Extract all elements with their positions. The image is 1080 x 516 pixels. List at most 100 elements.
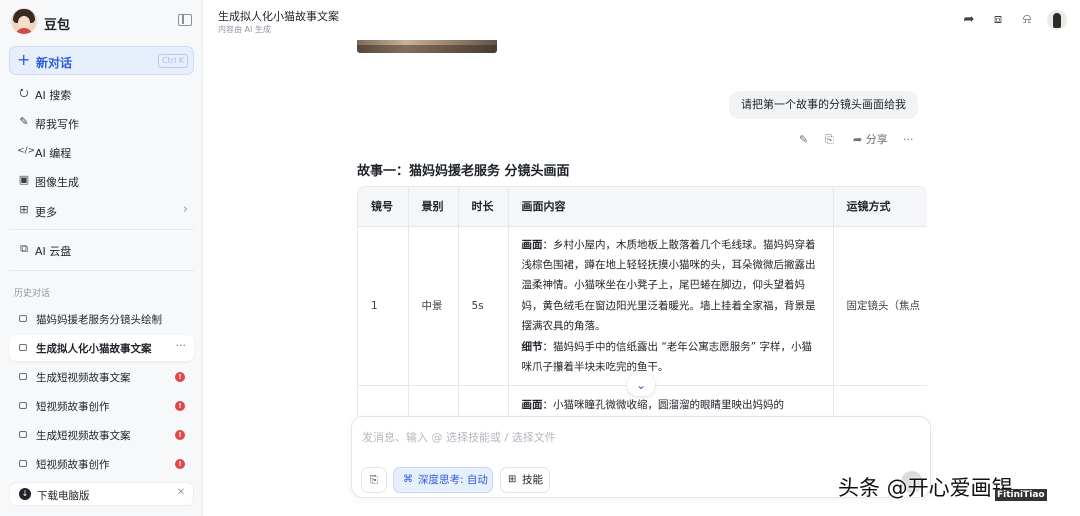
shortcut-badge: Ctrl K xyxy=(157,54,188,68)
scene-label: 画面 xyxy=(521,399,543,412)
generated-image-thumbnail[interactable] xyxy=(357,40,497,53)
attach-button[interactable]: ⎘ xyxy=(361,467,387,493)
chat-bubble-icon xyxy=(19,402,27,409)
alert-badge: ! xyxy=(175,372,185,382)
history-section-label: 历史对话 xyxy=(14,289,51,299)
chat-area: 请把第一个故事的分镜头画面给我 ✎ ⎘ ➦ 分享 ··· 故事一：猫妈妈援老服务… xyxy=(203,40,1080,416)
download-icon: ↓ xyxy=(19,488,31,500)
nav-label: 帮我写作 xyxy=(35,118,79,131)
column-header: 画面内容 xyxy=(508,187,834,227)
history-item-label: 生成短视频故事文案 xyxy=(36,430,131,442)
user-avatar[interactable] xyxy=(1047,10,1067,30)
story-title: 故事一：猫妈妈援老服务 分镜头画面 xyxy=(357,164,570,179)
history-item[interactable]: 生成短视频故事文案 ! xyxy=(9,422,194,448)
nav-coding[interactable]: </> AI 编程 xyxy=(9,139,194,165)
table-row: 1 中景 5s 画面：乡村小屋内，木质地板上散落着几个毛线球。猫妈妈穿着浅棕色围… xyxy=(358,226,927,387)
code-icon: </> xyxy=(17,146,36,156)
detail-label: 细节 xyxy=(521,340,543,353)
history-item[interactable]: 猫妈妈援老服务分镜头绘制 xyxy=(9,306,194,332)
history-item-active[interactable]: 生成拟人化小猫故事文案 ··· xyxy=(9,335,194,361)
skills-label: 技能 xyxy=(522,474,543,486)
alert-badge: ! xyxy=(175,459,185,469)
app-window: 豆包 + 新对话 Ctrl K ⭮ AI 搜索 ✎ 帮我写作 </> AI 编程… xyxy=(0,0,1080,516)
close-icon[interactable]: ✕ xyxy=(177,487,185,498)
paperclip-icon: ⎘ xyxy=(369,474,379,486)
column-header: 镜号 xyxy=(358,187,409,227)
scene-label: 画面 xyxy=(521,238,543,251)
divider xyxy=(9,270,194,271)
shot-number: 1 xyxy=(358,226,409,387)
column-header: 景别 xyxy=(408,187,459,227)
nav-cloud-drive[interactable]: ⧉ AI 云盘 xyxy=(9,237,194,263)
chat-bubble-icon xyxy=(19,344,27,351)
column-header: 运镜方式 xyxy=(833,187,927,227)
detail-text: ：猫妈妈手中的信纸露出 “老年公寓志愿服务” 字样，小猫咪爪子攥着半块未吃完的鱼… xyxy=(521,340,813,373)
nav-ai-search[interactable]: ⭮ AI 搜索 xyxy=(9,81,194,107)
column-header: 时长 xyxy=(458,187,509,227)
shot-number xyxy=(358,385,409,416)
history-item-label: 短视频故事创作 xyxy=(36,459,110,471)
message-actions: ✎ ⎘ ➦ 分享 ··· xyxy=(795,131,925,149)
edit-icon[interactable]: ✎ xyxy=(799,131,808,149)
divider xyxy=(9,229,194,230)
camera-movement xyxy=(833,385,927,416)
cloud-drive-icon: ⧉ xyxy=(20,242,28,255)
ai-disclaimer: 内容由 AI 生成 xyxy=(218,25,271,34)
scene-text: ：小猫咪瞳孔微微收缩，圆溜溜的眼睛里映出妈妈的 xyxy=(542,399,785,412)
gift-icon[interactable]: ⧈ xyxy=(990,12,1006,28)
download-label: 下载电脑版 xyxy=(37,490,90,502)
share-arrow-icon: ➦ xyxy=(853,133,863,146)
plus-icon: + xyxy=(17,50,31,69)
nav-label: AI 搜索 xyxy=(35,89,72,102)
scroll-to-bottom-button[interactable]: ⌄ xyxy=(627,374,655,396)
alert-badge: ! xyxy=(175,401,185,411)
skills-grid-icon: ⊞ xyxy=(508,474,517,485)
chevron-right-icon: › xyxy=(182,202,188,217)
nav-label: AI 编程 xyxy=(35,147,72,160)
chat-bubble-icon xyxy=(19,315,27,322)
shot-size xyxy=(408,385,459,416)
history-item[interactable]: 生成短视频故事文案 ! xyxy=(9,364,194,390)
share-message-button[interactable]: ➦ 分享 xyxy=(853,131,888,149)
more-options-icon[interactable]: ··· xyxy=(176,339,187,352)
message-input-placeholder[interactable]: 发消息、输入 @ 选择技能或 / 选择文件 xyxy=(362,429,556,445)
chat-bubble-icon xyxy=(19,460,27,467)
download-desktop-button[interactable]: ↓ 下载电脑版 ✕ xyxy=(9,482,194,506)
table-header-row: 镜号 景别 时长 画面内容 运镜方式 xyxy=(358,187,927,227)
sidebar: 豆包 + 新对话 Ctrl K ⭮ AI 搜索 ✎ 帮我写作 </> AI 编程… xyxy=(0,0,203,516)
deep-think-icon: ⌘ xyxy=(403,474,413,485)
scene-description: 画面：乡村小屋内，木质地板上散落着几个毛线球。猫妈妈穿着浅棕色围裙，蹲在地上轻轻… xyxy=(508,226,834,387)
new-chat-label: 新对话 xyxy=(36,56,73,70)
chat-header: 生成拟人化小猫故事文案 内容由 AI 生成 ➦ ⧈ ⍾ xyxy=(203,0,1080,40)
skills-button[interactable]: ⊞ 技能 xyxy=(500,467,550,493)
shot-duration xyxy=(458,385,509,416)
alert-badge: ! xyxy=(175,430,185,440)
conversation-title: 生成拟人化小猫故事文案 xyxy=(218,10,339,23)
nav-label: 更多 xyxy=(35,206,57,219)
deep-think-label: 深度思考: 自动 xyxy=(418,474,488,486)
chat-bubble-icon xyxy=(19,431,27,438)
chevron-down-icon: ⌄ xyxy=(635,378,647,392)
more-icon[interactable]: ··· xyxy=(903,131,914,149)
share-icon[interactable]: ➦ xyxy=(961,12,977,28)
new-chat-button[interactable]: + 新对话 Ctrl K xyxy=(9,46,194,75)
ai-search-icon: ⭮ xyxy=(19,86,29,99)
shot-size: 中景 xyxy=(408,226,459,387)
nav-image-gen[interactable]: ▣ 图像生成 xyxy=(9,168,194,194)
nav-writing[interactable]: ✎ 帮我写作 xyxy=(9,110,194,136)
nav-more[interactable]: ⊞ 更多 › xyxy=(9,198,194,224)
deep-think-toggle[interactable]: ⌘ 深度思考: 自动 xyxy=(393,467,493,493)
sidebar-header: 豆包 xyxy=(11,8,196,36)
copy-icon[interactable]: ⎘ xyxy=(825,131,834,149)
grid-icon: ⊞ xyxy=(19,203,29,216)
watermark-brand: FitiniTiao xyxy=(995,489,1047,501)
user-message: 请把第一个故事的分镜头画面给我 xyxy=(729,91,918,119)
collapse-sidebar-icon[interactable] xyxy=(178,14,192,26)
history-item-label: 短视频故事创作 xyxy=(36,401,110,413)
history-item-label: 生成短视频故事文案 xyxy=(36,372,131,384)
avatar[interactable] xyxy=(11,8,37,34)
bell-icon[interactable]: ⍾ xyxy=(1019,12,1035,28)
nav-label: 图像生成 xyxy=(35,176,79,189)
history-item[interactable]: 短视频故事创作 ! xyxy=(9,451,194,477)
history-item[interactable]: 短视频故事创作 ! xyxy=(9,393,194,419)
